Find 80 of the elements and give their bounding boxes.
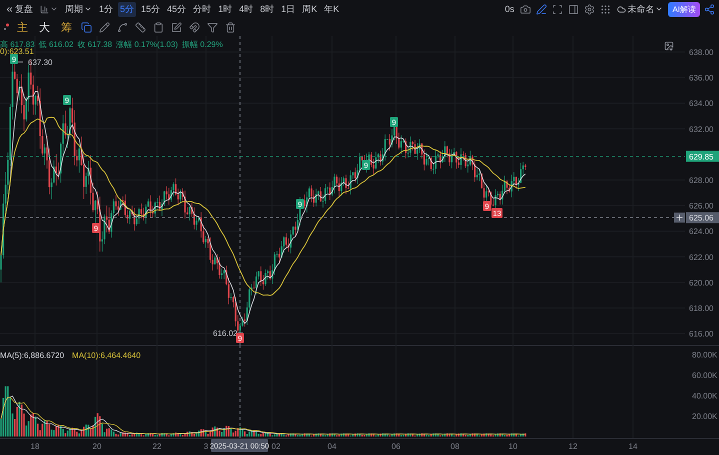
plus-icon[interactable] bbox=[674, 212, 685, 223]
price-axis-label: 628.00 bbox=[689, 176, 714, 185]
indicator-tab[interactable]: 主 bbox=[14, 20, 31, 34]
trash-icon[interactable] bbox=[224, 20, 237, 34]
time-axis-label: 08 bbox=[450, 442, 460, 451]
grip-icon[interactable] bbox=[599, 2, 612, 16]
interval-tab[interactable]: 4时 bbox=[237, 2, 256, 16]
time-axis-label: 18 bbox=[30, 442, 40, 451]
camera-icon[interactable] bbox=[519, 2, 532, 16]
interval-tab[interactable]: 45分 bbox=[165, 2, 188, 16]
ohlc-info-text: 振幅 0.29% bbox=[182, 39, 223, 50]
time-axis-label: 22 bbox=[152, 442, 162, 451]
caret-icon bbox=[50, 5, 58, 13]
price-tag: 629.85 bbox=[686, 150, 719, 162]
ai-button[interactable]: AI解读 bbox=[668, 2, 700, 16]
time-axis-label: 02 bbox=[272, 442, 280, 451]
volume-axis-label: 60.00K bbox=[692, 371, 718, 380]
ohlc-info-text: 涨幅 0.17%(1.03) bbox=[116, 39, 178, 50]
ohlc-info-text: 收 617.38 bbox=[77, 39, 112, 50]
interval-tab[interactable]: 1分 bbox=[97, 2, 116, 16]
replay-button[interactable]: 复盘 bbox=[3, 2, 35, 16]
volume-axis-label: 40.00K bbox=[692, 392, 718, 400]
fullscreen-icon[interactable] bbox=[551, 2, 564, 16]
moving-average-value: 0):623.51 bbox=[0, 47, 34, 56]
share-icon[interactable] bbox=[703, 2, 716, 16]
price-axis-label: 616.00 bbox=[689, 330, 714, 339]
volume-axis-label: 20.00K bbox=[692, 412, 718, 421]
pencil-icon[interactable] bbox=[98, 20, 111, 34]
price-axis-label: 620.00 bbox=[689, 278, 714, 288]
interval-tab[interactable]: 8时 bbox=[258, 2, 276, 16]
volume-axis-label: 80.00K bbox=[692, 350, 718, 360]
caret-icon bbox=[84, 5, 92, 13]
time-axis-label: 3 bbox=[204, 442, 208, 451]
price-axis-label: 626.00 bbox=[689, 202, 714, 211]
caret-icon bbox=[655, 5, 664, 13]
price-axis-label: 636.00 bbox=[689, 74, 714, 83]
note-icon[interactable] bbox=[170, 20, 183, 34]
time-axis-label: 14 bbox=[628, 442, 638, 451]
panel-icon[interactable] bbox=[567, 2, 580, 16]
price-axis-label: 632.00 bbox=[689, 124, 714, 134]
indicator-tab[interactable]: 大 bbox=[36, 20, 53, 34]
layers-icon[interactable] bbox=[80, 20, 93, 34]
ruler-icon[interactable] bbox=[134, 20, 147, 34]
pen-icon[interactable] bbox=[535, 2, 548, 16]
interval-tab[interactable]: 1时 bbox=[216, 2, 234, 16]
period-dropdown[interactable]: 周期 bbox=[63, 2, 94, 16]
time-axis-label: 12 bbox=[568, 442, 578, 451]
price-tag: 625.06 bbox=[686, 212, 719, 224]
bar-chart-icon bbox=[40, 4, 49, 14]
interval-tab[interactable]: 分时 bbox=[191, 2, 214, 16]
volume-ma-value: MA(10):6,464.4640 bbox=[72, 351, 141, 360]
cloud-icon bbox=[617, 4, 626, 14]
filter-icon[interactable] bbox=[206, 20, 219, 34]
layout-name-dropdown[interactable]: 未命名 bbox=[615, 2, 666, 16]
indicator-tab[interactable]: 筹 bbox=[58, 20, 75, 34]
interval-tab[interactable]: 15分 bbox=[139, 2, 162, 16]
interval-tab[interactable]: 周K bbox=[300, 2, 320, 16]
time-axis-label: 04 bbox=[328, 442, 336, 451]
time-axis-label: 20 bbox=[92, 442, 102, 451]
ohlc-info-text: 高 617.83 bbox=[0, 39, 35, 49]
dot-icon[interactable] bbox=[3, 23, 9, 31]
volume-ma-value: MA(5):6,886.6720 bbox=[0, 351, 64, 360]
curve-icon[interactable] bbox=[116, 20, 129, 34]
ohlc-info-text: 低 616.02 bbox=[38, 39, 74, 50]
time-axis-label: 06 bbox=[392, 442, 400, 451]
snapshot-icon[interactable] bbox=[662, 39, 675, 52]
interval-tab[interactable]: 年K bbox=[322, 2, 342, 16]
price-axis-label: 618.00 bbox=[689, 304, 714, 313]
clipboard-icon[interactable] bbox=[152, 20, 165, 34]
price-axis-label: 638.00 bbox=[689, 48, 714, 57]
price-axis-label: 624.00 bbox=[689, 227, 714, 236]
interval-tab[interactable]: 1日 bbox=[279, 2, 298, 16]
rewind-icon bbox=[5, 4, 14, 14]
price-axis-label: 634.00 bbox=[689, 99, 714, 108]
price-axis-label: 622.00 bbox=[689, 252, 714, 262]
interval-tab[interactable]: 5分 bbox=[118, 2, 136, 16]
timer-button[interactable]: 0s bbox=[502, 3, 516, 15]
settings-icon[interactable] bbox=[583, 2, 596, 16]
time-axis-label: 10 bbox=[508, 442, 518, 451]
magnet-icon[interactable] bbox=[188, 20, 201, 34]
